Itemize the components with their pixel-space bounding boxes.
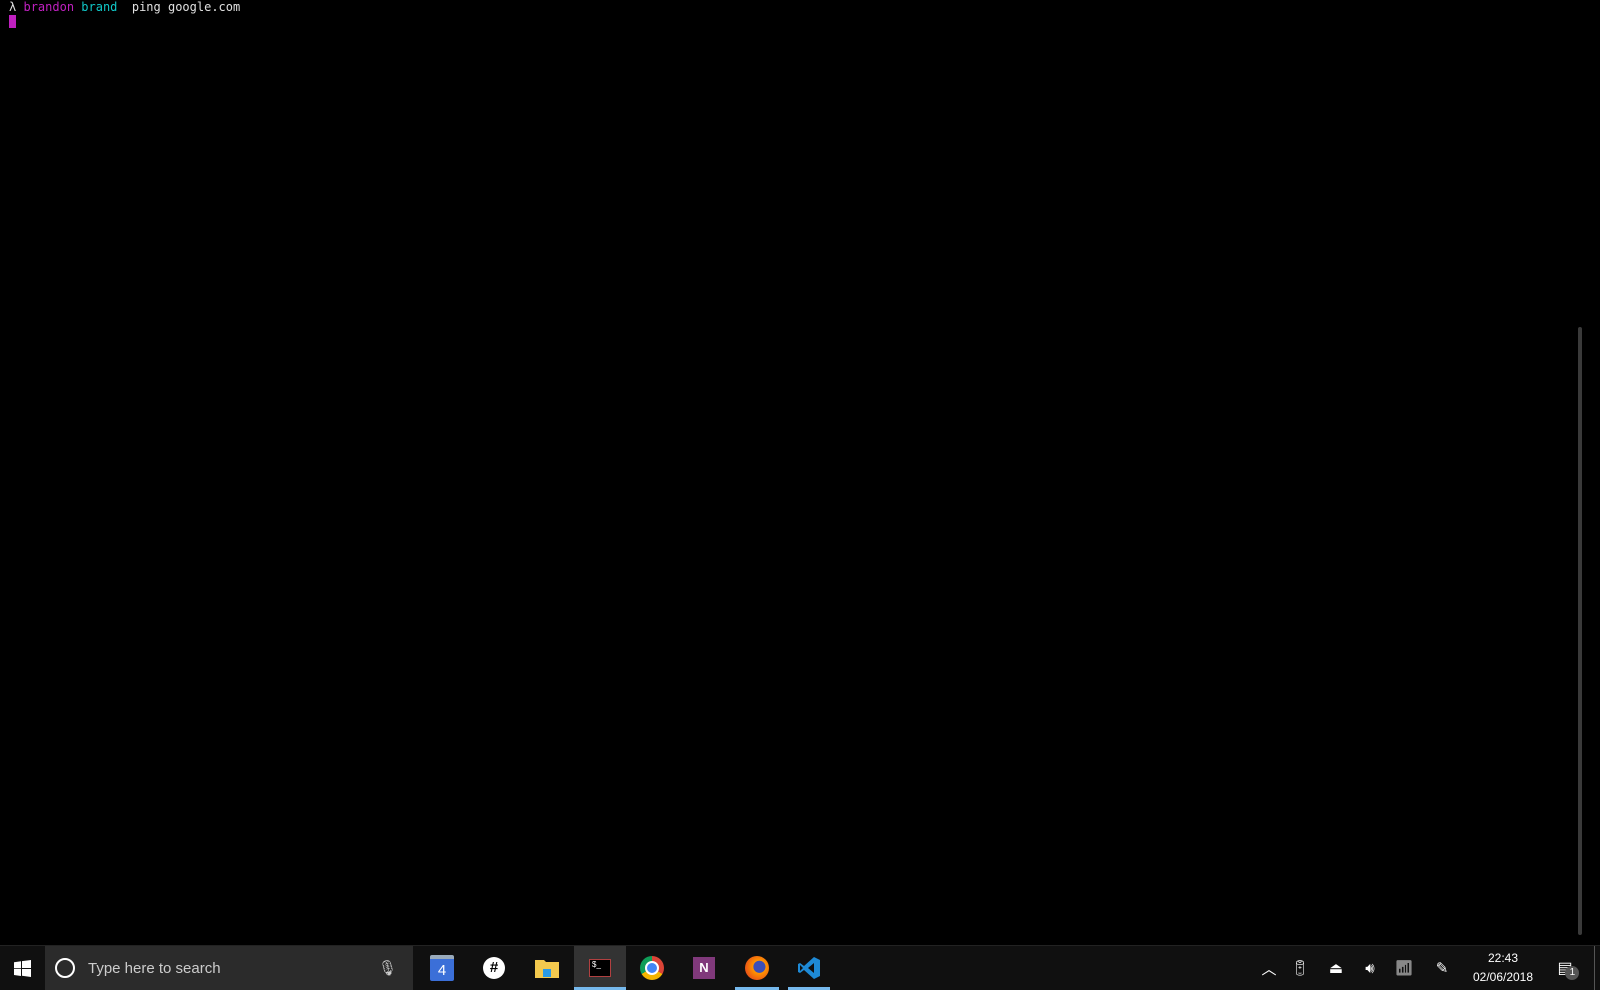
onenote-icon: N (693, 957, 715, 979)
taskbar-app-slack[interactable]: # (468, 946, 520, 990)
taskbar-app-vscode[interactable] (788, 946, 830, 990)
windows-icon (13, 959, 31, 977)
taskbar-app-onenote[interactable]: N (678, 946, 730, 990)
volume-icon[interactable]: 🔊︎ (1354, 946, 1386, 990)
taskbar-app-chrome[interactable] (626, 946, 678, 990)
calendar-icon: 4 (430, 955, 454, 981)
taskbar-app-explorer[interactable] (521, 946, 573, 990)
taskbar-app-firefox[interactable] (735, 946, 779, 990)
microphone-icon[interactable]: 🎙︎ (378, 959, 397, 977)
text-cursor (9, 15, 16, 28)
notification-count-badge: 1 (1565, 966, 1580, 980)
terminal-window[interactable]: λ brandon brand ping google.com (0, 0, 1600, 945)
slack-icon: # (483, 957, 505, 979)
taskbar-app-terminal[interactable]: $_ (574, 946, 626, 990)
wifi-icon[interactable]: 📶︎ (1388, 946, 1420, 990)
folder-icon (535, 960, 559, 978)
prompt-symbol: λ (9, 0, 17, 14)
cortana-icon (55, 958, 75, 978)
prompt-host: brand (81, 0, 118, 14)
show-hidden-icons-chevron-icon[interactable]: ︿ (1253, 946, 1285, 990)
scrollbar[interactable] (1578, 327, 1582, 935)
notification-icon: ▤1 (1557, 958, 1580, 980)
clock-date: 02/06/2018 (1472, 970, 1534, 984)
action-center-button[interactable]: ▤1 (1548, 946, 1582, 990)
display-icon[interactable]: ⏏︎ (1320, 946, 1352, 990)
taskbar-app-calendar[interactable]: 4 (416, 946, 468, 990)
prompt-user: brandon (23, 0, 75, 14)
search-box[interactable]: Type here to search 🎙︎ (45, 946, 413, 990)
vscode-icon (798, 957, 820, 979)
terminal-icon: $_ (589, 959, 611, 977)
start-button[interactable] (0, 946, 44, 990)
firefox-icon (745, 956, 769, 980)
command-text: ping google.com (131, 0, 241, 14)
clock[interactable]: 22:43 02/06/2018 (1468, 946, 1538, 990)
prompt-line: λ brandon brand ping google.com (9, 0, 240, 14)
pen-icon[interactable]: ✎ (1426, 946, 1458, 990)
clock-time: 22:43 (1487, 951, 1519, 965)
battery-icon[interactable]: 🔋︎ (1284, 946, 1316, 990)
taskbar: Type here to search 🎙︎ 4 # $_ N ︿ 🔋︎ ⏏︎ … (0, 945, 1600, 990)
show-desktop-button[interactable] (1594, 946, 1595, 990)
search-placeholder: Type here to search (88, 959, 221, 977)
chrome-icon (640, 956, 664, 980)
